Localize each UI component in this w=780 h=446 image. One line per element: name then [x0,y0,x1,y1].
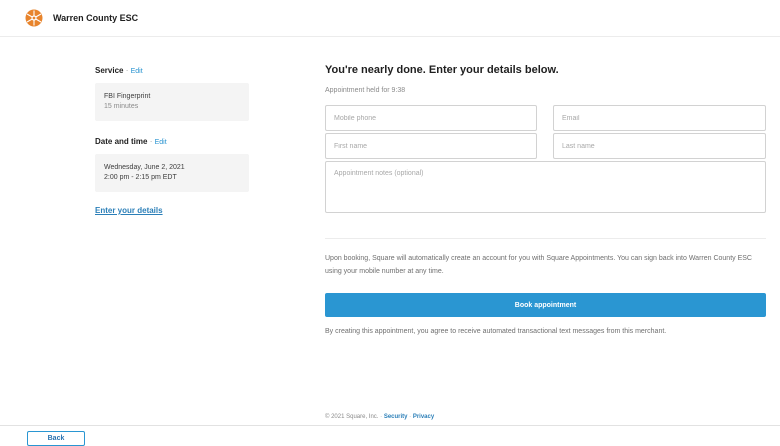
edit-datetime-link[interactable]: Edit [155,139,167,146]
separator: · [123,66,131,75]
email-input[interactable] [553,105,766,131]
appointment-date: Wednesday, June 2, 2021 [104,164,185,171]
mobile-phone-input[interactable] [325,105,537,131]
flower-logo-icon [25,9,43,27]
service-title: Service [95,66,124,75]
account-notice: Upon booking, Square will automatically … [325,255,752,275]
first-name-input[interactable] [325,133,537,159]
brand-name: Warren County ESC [53,13,139,23]
service-name: FBI Fingerprint [104,93,151,100]
service-card: FBI Fingerprint 15 minutes [95,83,249,121]
top-header: Warren County ESC [0,0,780,37]
bottom-navigation-bar: Back [0,425,780,446]
privacy-link[interactable]: Privacy [413,414,434,420]
service-section-title: Service · Edit [95,66,143,75]
book-appointment-button[interactable]: Book appointment [325,293,766,317]
back-button[interactable]: Back [27,431,85,446]
datetime-card: Wednesday, June 2, 2021 2:00 pm - 2:15 p… [95,154,249,192]
divider [325,238,766,239]
appointment-time: 2:00 pm - 2:15 pm EDT [104,174,177,181]
edit-service-link[interactable]: Edit [131,68,143,75]
footer: © 2021 Square, Inc. · Security · Privacy [325,414,434,420]
appointment-hold-timer: Appointment held for 9:38 [325,87,406,94]
datetime-section-title: Date and time · Edit [95,137,167,146]
enter-your-details-link[interactable]: Enter your details [95,206,163,215]
sms-consent-text: By creating this appointment, you agree … [325,328,667,335]
separator: · [147,137,155,146]
last-name-input[interactable] [553,133,766,159]
datetime-title: Date and time [95,137,148,146]
service-duration: 15 minutes [104,103,139,110]
security-link[interactable]: Security [384,414,408,420]
appointment-notes-textarea[interactable] [325,161,766,213]
copyright-text: © 2021 Square, Inc. [325,414,379,420]
page-title: You're nearly done. Enter your details b… [325,64,559,76]
